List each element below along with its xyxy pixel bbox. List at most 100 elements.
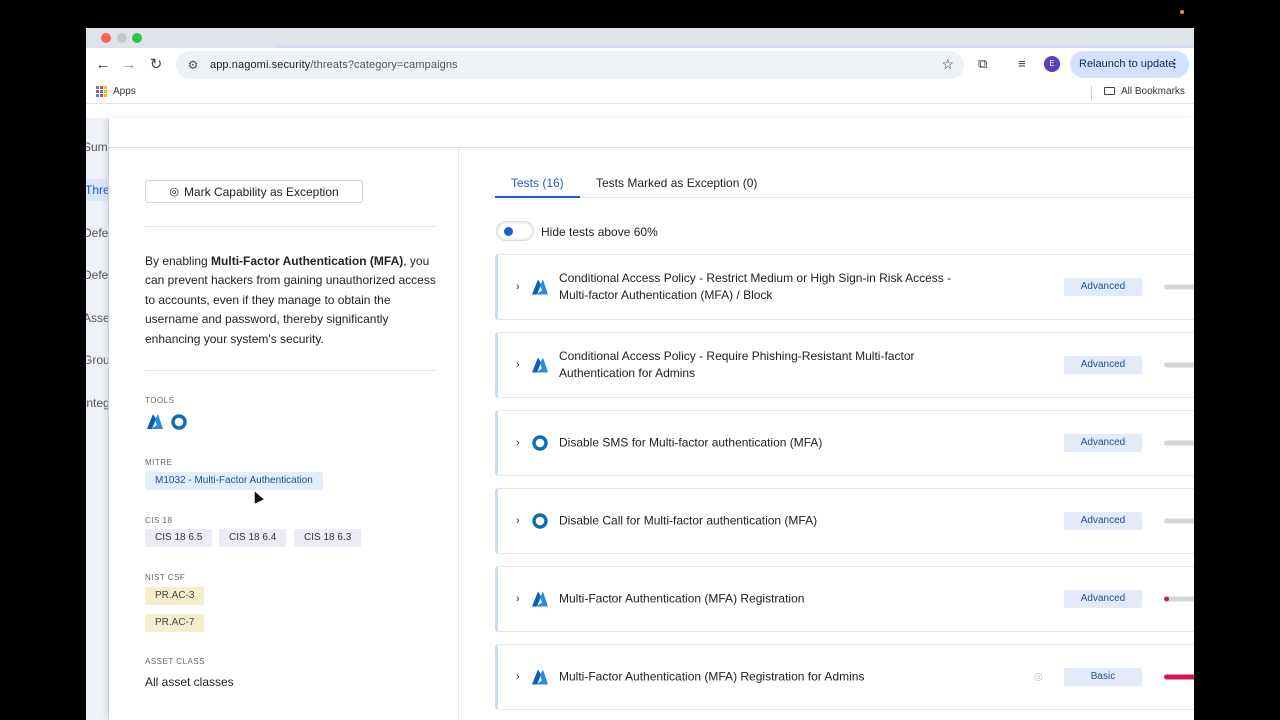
apps-label: Apps [113,86,136,97]
eye-off-icon[interactable]: ◎ [1034,672,1043,683]
toggle-knob [504,227,513,236]
test-title: Multi-Factor Authentication (MFA) Regist… [559,669,865,684]
test-card[interactable]: › Multi-Factor Authentication (MFA) Regi… [495,566,1194,632]
profile-avatar[interactable]: E [1044,56,1060,72]
capability-description: By enabling Multi-Factor Authentication … [145,254,436,346]
capability-name: Multi-Factor Authentication (MFA) [211,254,404,268]
address-bar[interactable]: ⚙ app.nagomi.security/threats?category=c… [176,51,964,79]
relaunch-label: Relaunch to update [1079,58,1175,70]
capability-panel: ◎ Mark Capability as Exception By enabli… [109,118,1194,720]
chevron-right-icon[interactable]: › [516,359,520,371]
back-arrow-icon[interactable]: ← [93,55,113,75]
site-settings-icon[interactable]: ⚙ [184,58,202,72]
nist-chip[interactable]: PR.AC-7 [145,614,205,632]
test-progress-bar [1164,596,1194,602]
test-title: Disable Call for Multi-factor authentica… [559,513,818,528]
rail-item-defense-2[interactable]: Defe [86,268,108,282]
test-level-badge: Advanced [1064,278,1142,296]
divider [145,226,437,227]
tests-section: Tests (16) Tests Marked as Exception (0)… [459,148,1194,720]
maximize-window-button[interactable] [132,33,142,43]
test-progress-fill [1164,674,1194,680]
cis-chip[interactable]: CIS 18 6.4 [219,529,287,547]
apps-shortcut[interactable]: Apps [96,86,136,97]
capability-details: ◎ Mark Capability as Exception By enabli… [109,148,459,720]
app-content: Summ Threa Defe Defe Asse Grou Integ ◎ M… [86,118,1194,720]
test-card[interactable]: › Disable SMS for Multi-factor authentic… [495,410,1194,476]
all-bookmarks-button[interactable]: All Bookmarks [1104,86,1185,97]
cis-chip[interactable]: CIS 18 6.3 [294,529,362,547]
title-bar [86,28,1194,50]
test-card[interactable]: › Conditional Access Policy - Restrict M… [495,254,1194,320]
active-tab-indicator [495,196,580,198]
close-window-button[interactable] [101,33,111,43]
nist-chip[interactable]: PR.AC-3 [145,587,205,605]
rail-item-threats[interactable]: Threa [86,179,108,201]
okta-icon [532,435,548,451]
all-bookmarks-label: All Bookmarks [1121,86,1185,97]
reload-icon[interactable]: ↻ [146,55,166,75]
relaunch-button[interactable]: Relaunch to update ⋮ [1070,51,1189,78]
hide-tests-label: Hide tests above 60% [541,225,658,239]
azure-icon [532,669,548,685]
test-card[interactable]: › Disable Call for Multi-factor authenti… [495,488,1194,554]
chevron-right-icon[interactable]: › [516,515,520,527]
azure-icon [532,279,548,295]
mitre-label: MITRE [145,458,173,467]
test-level-badge: Basic [1064,668,1142,686]
chevron-right-icon[interactable]: › [516,281,520,293]
tab-exceptions[interactable]: Tests Marked as Exception (0) [596,176,757,190]
test-title: Conditional Access Policy - Restrict Med… [559,271,952,302]
test-progress-fill [1164,596,1169,602]
browser-window: ← → ↻ ⚙ app.nagomi.security/threats?cate… [86,28,1194,720]
bookmarks-bar: Apps All Bookmarks [86,82,1194,104]
divider [145,370,437,371]
tab-tests[interactable]: Tests (16) [511,176,564,190]
rail-item-integrations[interactable]: Integ [86,396,108,410]
rail-item-assets[interactable]: Asse [86,311,108,325]
tools-list [147,414,187,430]
more-menu-icon[interactable]: ⋮ [1169,51,1180,78]
chevron-right-icon[interactable]: › [516,437,520,449]
azure-icon [532,591,548,607]
cis-chip[interactable]: CIS 18 6.5 [145,529,213,547]
rail-item-defense-1[interactable]: Defe [86,226,108,240]
browser-toolbar: ← → ↻ ⚙ app.nagomi.security/threats?cate… [86,48,1194,82]
nist-label: NIST CSF [145,573,186,582]
chevron-right-icon[interactable]: › [516,593,520,605]
apps-grid-icon [96,86,107,97]
azure-icon [147,414,163,429]
test-card[interactable]: › Conditional Access Policy - Require Ph… [495,332,1194,398]
asset-class-value: All asset classes [145,675,234,689]
cis-label: CIS 18 [145,516,173,525]
rail-item-groups[interactable]: Grou [86,353,108,367]
mitre-chip[interactable]: M1032 - Multi-Factor Authentication [145,472,323,490]
okta-icon [532,513,548,529]
mark-exception-button[interactable]: ◎ Mark Capability as Exception [145,180,363,203]
url-text[interactable]: app.nagomi.security/threats?category=cam… [210,59,458,71]
test-level-badge: Advanced [1064,434,1142,452]
azure-icon [532,357,548,373]
hide-tests-toggle[interactable] [496,221,534,241]
test-level-badge: Advanced [1064,356,1142,374]
test-level-badge: Advanced [1064,590,1142,608]
media-queue-icon[interactable]: ≡ [1018,56,1026,71]
test-progress-bar [1164,362,1194,368]
chevron-right-icon[interactable]: › [516,671,520,683]
test-title: Multi-Factor Authentication (MFA) Regist… [559,591,805,606]
extensions-icon[interactable]: ⧉ [978,56,987,72]
forward-arrow-icon[interactable]: → [119,55,139,75]
mark-exception-label: Mark Capability as Exception [183,184,339,199]
test-progress-bar [1164,674,1194,680]
okta-icon [171,414,187,430]
tests-tabs: Tests (16) Tests Marked as Exception (0) [495,148,1194,198]
bookmark-star-icon[interactable]: ☆ [941,56,954,73]
bookmarks-separator [1091,86,1092,100]
url-host: app.nagomi.security [210,59,311,71]
test-progress-bar [1164,518,1194,524]
rail-item-summary[interactable]: Summ [86,140,108,154]
test-card[interactable]: › Multi-Factor Authentication (MFA) Regi… [495,644,1194,710]
test-title: Conditional Access Policy - Require Phis… [559,349,915,380]
minimize-window-button[interactable] [117,33,127,43]
asset-class-label: ASSET CLASS [145,657,206,666]
